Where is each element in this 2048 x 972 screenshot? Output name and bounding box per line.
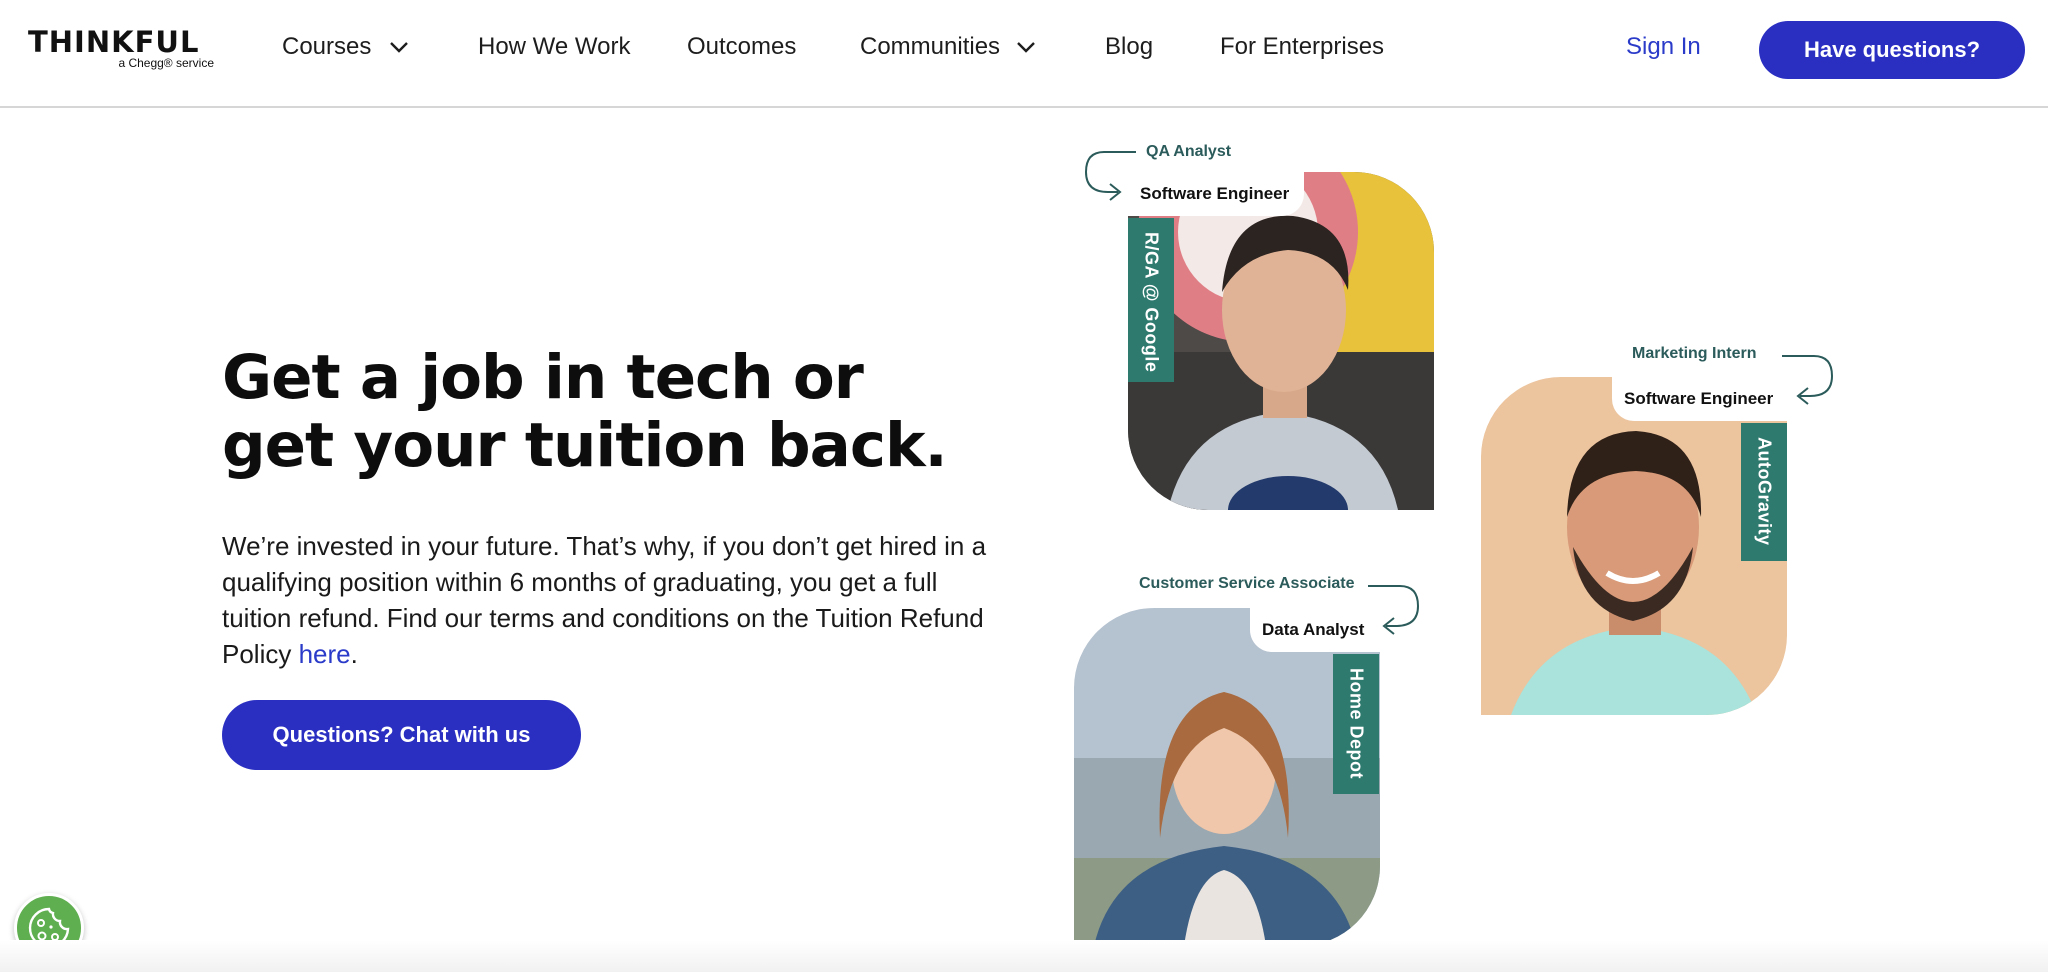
chevron-down-icon[interactable] [1016, 40, 1036, 54]
new-role: Software Engineer [1612, 377, 1787, 421]
hero-body-period: . [350, 639, 358, 669]
nav-outcomes[interactable]: Outcomes [687, 32, 796, 62]
new-role: Data Analyst [1250, 608, 1380, 652]
previous-role: Customer Service Associate [1139, 575, 1355, 592]
site-header: THINKFUL a Chegg® service Courses How We… [0, 0, 2048, 108]
chevron-down-icon[interactable] [389, 40, 409, 54]
company-tag: Home Depot [1333, 654, 1379, 794]
chat-with-us-button[interactable]: Questions? Chat with us [222, 700, 581, 770]
hero-body: We’re invested in your future. That’s wh… [222, 528, 1002, 672]
previous-role: QA Analyst [1146, 143, 1232, 160]
thinkful-logo[interactable]: THINKFUL a Chegg® service [28, 26, 218, 72]
tuition-refund-policy-link[interactable]: here [299, 639, 351, 669]
sign-in-link[interactable]: Sign In [1626, 32, 1701, 62]
curved-arrow-icon [1782, 355, 1834, 405]
logo-wordmark: THINKFUL [28, 25, 200, 59]
previous-role: Marketing Intern [1632, 345, 1757, 362]
page-bottom-fade [0, 940, 2048, 972]
company-tag: AutoGravity [1741, 423, 1787, 561]
logo-tagline: a Chegg® service [118, 56, 214, 70]
nav-for-enterprises[interactable]: For Enterprises [1220, 32, 1384, 62]
nav-blog[interactable]: Blog [1105, 32, 1153, 62]
company-tag: R/GA @ Google [1128, 218, 1174, 382]
new-role: Software Engineer [1128, 172, 1304, 216]
have-questions-button[interactable]: Have questions? [1759, 21, 2025, 79]
hero-title: Get a job in tech or get your tuition ba… [222, 342, 948, 481]
nav-courses[interactable]: Courses [282, 32, 371, 62]
nav-communities[interactable]: Communities [860, 32, 1000, 62]
nav-how-we-work[interactable]: How We Work [478, 32, 630, 62]
